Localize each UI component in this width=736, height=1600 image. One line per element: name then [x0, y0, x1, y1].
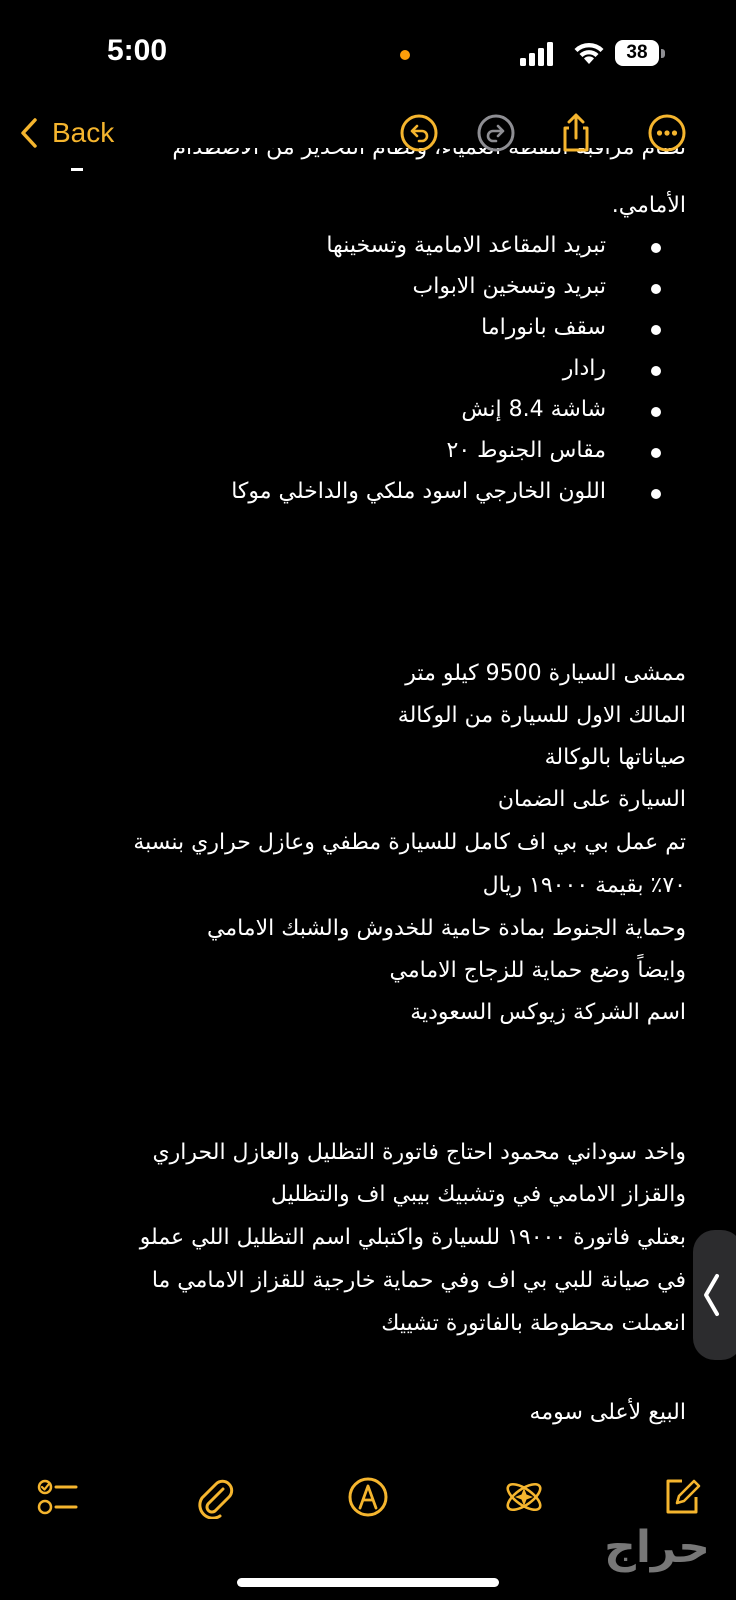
bullet-dot	[651, 366, 661, 376]
bullet-dot	[651, 325, 661, 335]
bullet-dot	[651, 284, 661, 294]
bullet-dash	[71, 168, 83, 171]
chevron-left-icon	[704, 1274, 719, 1316]
watermark-logo-text: حراج	[604, 1522, 710, 1573]
note-line: وايضاً وضع حماية للزجاج الامامي	[389, 958, 686, 983]
note-line: والقزاز الامامي في وتشبيك بيبي اف والتظل…	[270, 1182, 686, 1207]
bullet-item: اللون الخارجي اسود ملكي والداخلي موكا	[231, 479, 606, 504]
note-line-continuation: الأمامي.	[611, 193, 686, 218]
more-icon[interactable]	[646, 112, 688, 154]
note-line: المالك الاول للسيارة من الوكالة	[397, 703, 686, 728]
sparkle-atom-icon[interactable]	[502, 1475, 546, 1519]
note-line: صياناتها بالوكالة	[544, 745, 686, 770]
checklist-icon[interactable]	[36, 1475, 80, 1519]
bullet-dot	[651, 489, 661, 499]
note-line: واخد سوداني محمود احتاج فاتورة التظليل و…	[152, 1140, 686, 1165]
back-button[interactable]: Back	[20, 111, 114, 155]
note-line: في صيانة للبي بي اف وفي حماية خارجية للق…	[151, 1268, 686, 1293]
pen-tip-icon[interactable]	[346, 1475, 390, 1519]
bullet-item: شاشة 8.4 إنش	[461, 397, 606, 422]
note-line: بعتلي فاتورة ١٩٠٠٠ للسيارة واكتبلي اسم ا…	[139, 1225, 686, 1250]
side-panel-tab[interactable]	[693, 1230, 736, 1360]
note-line: ممشى السيارة 9500 كيلو متر	[405, 661, 686, 686]
bullet-dot	[651, 448, 661, 458]
undo-icon[interactable]	[398, 112, 440, 154]
note-line: اسم الشركة زيوكس السعودية	[410, 1000, 686, 1025]
note-line: انعملت محطوطة بالفاتورة تشييك	[381, 1311, 686, 1336]
bullet-item: تبريد وتسخين الابواب	[412, 274, 607, 299]
bullet-dot	[651, 243, 661, 253]
bullet-item: سقف بانوراما	[481, 315, 606, 340]
bullet-item: رادار	[562, 356, 606, 381]
redo-icon[interactable]	[475, 112, 517, 154]
note-line: وحماية الجنوط بمادة حامية للخدوش والشبك …	[206, 916, 686, 941]
note-line: تم عمل بي بي اف كامل للسيارة مطفي وعازل …	[133, 830, 686, 855]
note-line-closing: البيع لأعلى سومه	[529, 1400, 686, 1425]
haraj-watermark: حراج	[510, 1522, 710, 1577]
share-icon[interactable]	[555, 112, 597, 154]
bullet-item: تبريد المقاعد الامامية وتسخينها	[326, 233, 606, 258]
back-label: Back	[52, 117, 115, 148]
compose-icon[interactable]	[660, 1475, 704, 1519]
home-indicator[interactable]	[237, 1578, 499, 1587]
note-line: ٧٠٪ بقيمة ١٩٠٠٠ ريال	[482, 873, 686, 898]
bullet-item: مقاس الجنوط ٢٠	[446, 438, 606, 463]
note-line: السيارة على الضمان	[497, 787, 686, 812]
chevron-left-icon	[21, 118, 37, 148]
paperclip-icon[interactable]	[193, 1475, 237, 1519]
nav-bar: Back	[0, 105, 736, 161]
note-body[interactable]: نظام مراقبة النقطة العمياء، ونظام التحذي…	[0, 0, 736, 1600]
bullet-dot	[651, 407, 661, 417]
